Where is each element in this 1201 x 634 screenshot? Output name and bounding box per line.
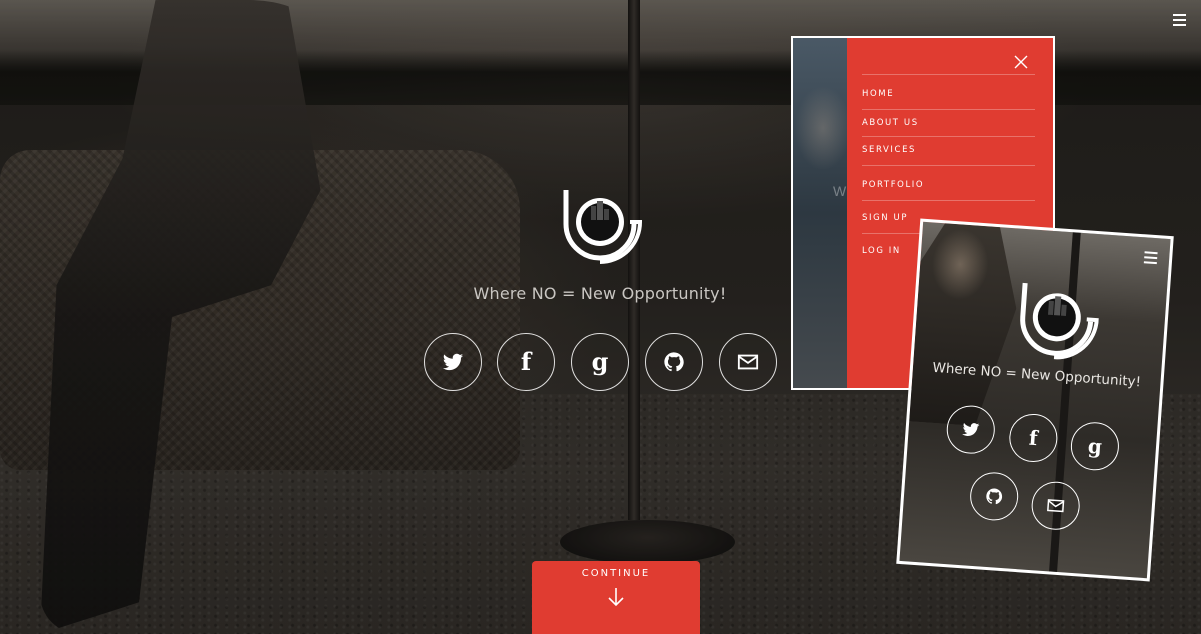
mockup-twitter-button[interactable]	[945, 403, 997, 456]
close-icon[interactable]	[1013, 54, 1029, 70]
brand-logo	[563, 190, 642, 264]
twitter-icon	[962, 422, 980, 436]
twitter-button[interactable]	[424, 333, 482, 391]
continue-button[interactable]: CONTINUE	[532, 561, 700, 634]
arrow-down-icon	[608, 588, 624, 607]
mockup-email-button[interactable]	[1030, 480, 1082, 532]
mockup-photo-strip	[793, 38, 849, 388]
facebook-icon: f	[1028, 425, 1039, 451]
email-button[interactable]	[719, 333, 777, 391]
nav-item-about-us[interactable]: ABOUT US	[862, 109, 1035, 136]
mockup-ghost-text: W	[833, 183, 847, 199]
github-button[interactable]	[645, 333, 703, 391]
menu-hamburger-icon[interactable]	[1173, 14, 1186, 26]
mockup-google-button[interactable]: g	[1069, 420, 1121, 472]
google-icon: g	[591, 347, 609, 376]
google-button[interactable]: g	[571, 333, 629, 391]
github-icon	[986, 488, 1003, 505]
continue-label: CONTINUE	[581, 568, 651, 579]
email-icon	[737, 354, 759, 370]
facebook-button[interactable]: f	[497, 333, 555, 391]
twitter-icon	[442, 353, 464, 371]
facebook-icon: f	[520, 347, 532, 376]
mockup-hamburger-icon[interactable]	[1143, 251, 1158, 265]
hero-tagline: Where NO = New Opportunity!	[473, 284, 727, 303]
mockup-github-button[interactable]	[968, 470, 1020, 523]
github-icon	[664, 352, 684, 372]
email-icon	[1047, 499, 1065, 513]
nav-item-services[interactable]: SERVICES	[862, 136, 1035, 165]
mockup-facebook-button[interactable]: f	[1007, 412, 1059, 464]
mockup-brand-logo	[1020, 282, 1099, 360]
nav-item-home[interactable]: HOME	[862, 74, 1035, 109]
nav-item-portfolio[interactable]: PORTFOLIO	[862, 165, 1035, 200]
phone-mockup: Where NO = New Opportunity! f g	[896, 218, 1174, 582]
google-icon: g	[1087, 433, 1103, 459]
